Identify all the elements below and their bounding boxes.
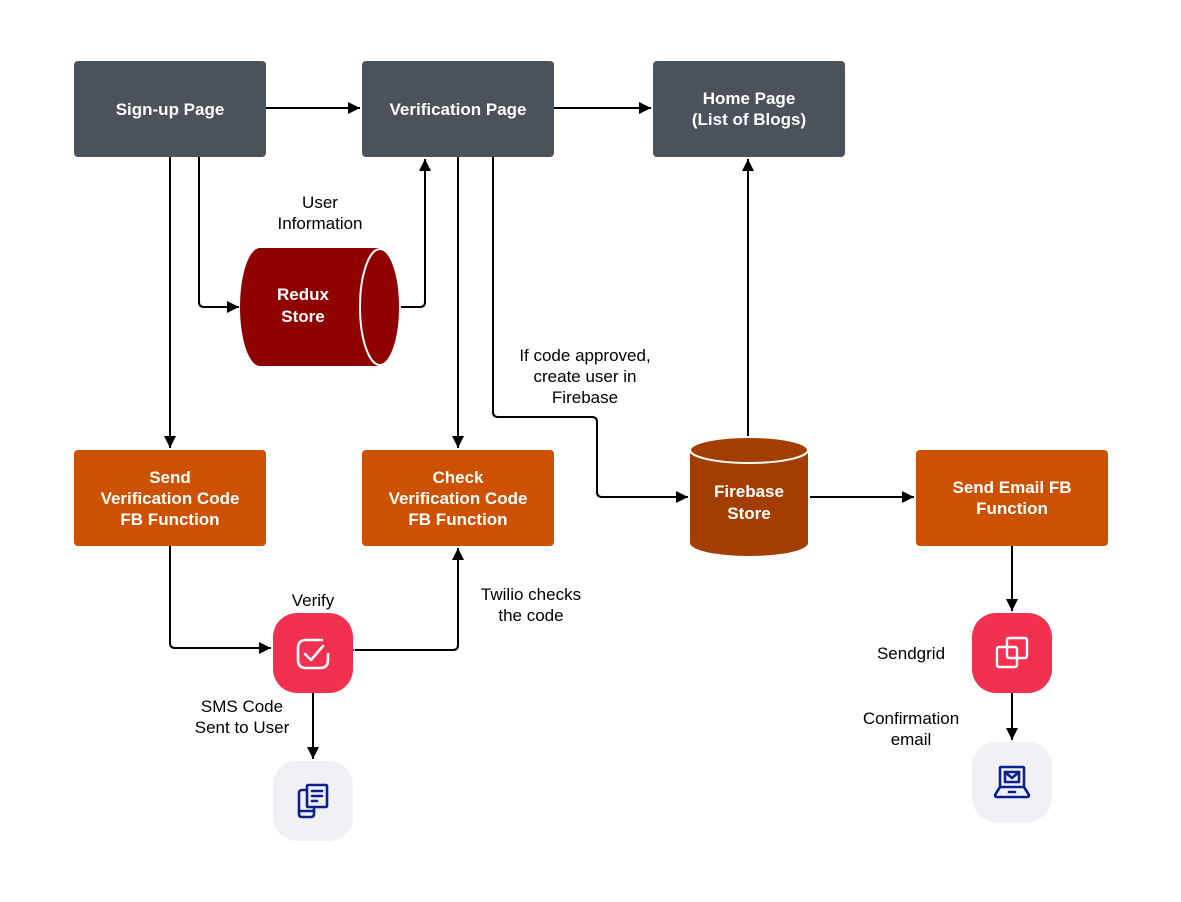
sendgrid-service-tile [972,613,1052,693]
check-square-icon [296,638,330,670]
redux-store-label-line1: Redux [277,285,330,304]
code-approved-label: If code approved, create user in Firebas… [519,346,651,407]
email-device-tile [972,742,1052,822]
user-information-label: User Information [277,193,363,233]
verify-label: Verify [291,591,335,610]
edge-send-code-to-verify [169,546,271,654]
firebase-store-label-line1: Firebase [714,482,784,501]
twilio-checks-label: Twilio checks the code [480,585,582,625]
edge-verification-to-firebase [492,157,688,503]
send-code-function-label: Send Verification Code FB Function [100,467,240,529]
confirmation-email-label: Confirmation email [862,709,960,749]
check-code-function-label: Check Verification Code FB Function [388,467,528,529]
phone-message-icon [297,783,329,819]
check-verification-code-function: Check Verification Code FB Function [362,450,554,546]
overlapping-squares-icon [995,636,1029,669]
sendgrid-label: Sendgrid [876,644,946,663]
signup-page-node: Sign-up Page [74,61,266,157]
redux-store: Redux Store [240,248,401,366]
sms-sent-label: SMS Code Sent to User [194,697,290,737]
verification-page-node: Verification Page [362,61,554,157]
home-page-label: Home Page (List of Blogs) [691,89,807,129]
send-email-function: Send Email FB Function [916,450,1108,546]
home-page-node: Home Page (List of Blogs) [653,61,845,157]
signup-page-label: Sign-up Page [115,99,225,119]
verify-service-tile [273,613,353,693]
edge-redux-to-verification [399,159,431,308]
sms-device-tile [273,761,353,841]
laptop-mail-icon [993,765,1031,799]
send-verification-code-function: Send Verification Code FB Function [74,450,266,546]
edge-verify-check-code [343,548,464,656]
firebase-store: Firebase Store [689,436,809,556]
edge-signup-to-redux [198,157,239,313]
verification-page-label: Verification Page [389,99,527,119]
firebase-store-label-line2: Store [727,504,770,523]
redux-store-label-line2: Store [281,307,324,326]
send-email-function-label: Send Email FB Function [952,478,1072,518]
